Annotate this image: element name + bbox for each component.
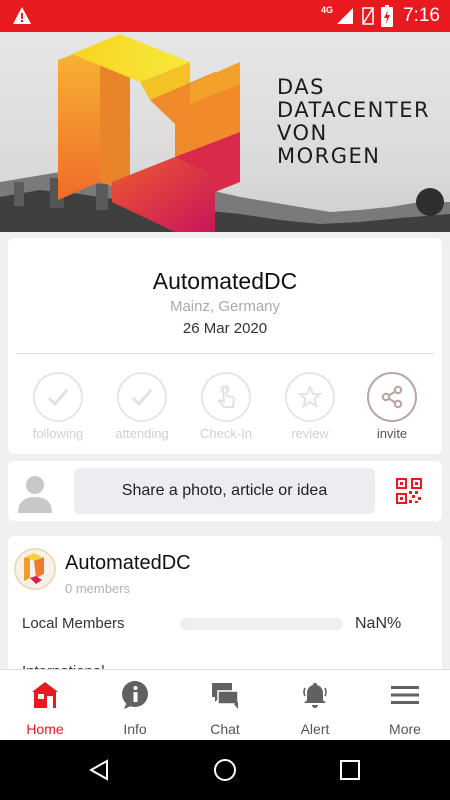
group-name: AutomatedDC: [65, 552, 191, 574]
warning-icon: [13, 7, 31, 24]
nav-home[interactable]: Home: [0, 670, 90, 741]
banner-line: DAS: [277, 75, 325, 99]
banner-line: VON: [277, 121, 328, 145]
event-banner: DAS DATACENTER VON MORGEN: [0, 32, 450, 232]
nav-alert[interactable]: Alert: [270, 670, 360, 741]
action-label: invite: [376, 426, 408, 441]
group-logo: [14, 548, 56, 590]
event-date: 26 Mar 2020: [182, 320, 268, 337]
attending-button[interactable]: attending: [100, 372, 184, 442]
invite-button[interactable]: invite: [350, 372, 434, 442]
bell-icon: [303, 683, 327, 708]
clock: 7:16: [403, 5, 440, 26]
datacenter-logo-icon: [16, 550, 54, 588]
local-members-percent: NaN%: [355, 615, 402, 632]
nav-label: More: [389, 721, 421, 737]
nav-label: Alert: [300, 721, 330, 737]
action-label: Check-In: [199, 426, 253, 441]
event-location: Mainz, Germany: [169, 298, 281, 315]
back-icon[interactable]: [88, 759, 110, 781]
tap-hand-icon: [217, 385, 236, 408]
event-actions: following attending Check-In review invi…: [8, 372, 442, 442]
battery-charging-icon: [381, 5, 394, 27]
event-card: AutomatedDC Mainz, Germany 26 Mar 2020 f…: [8, 238, 442, 454]
action-label: following: [32, 426, 84, 441]
local-members-label: Local Members: [22, 615, 125, 632]
local-members-progress: [180, 618, 343, 630]
nav-more[interactable]: More: [360, 670, 450, 741]
bottom-navigation: Home Info Chat Alert More: [0, 669, 450, 740]
chat-icon: [212, 683, 239, 709]
group-card[interactable]: AutomatedDC 0 members Local Members NaN%…: [8, 536, 442, 676]
qr-code-icon[interactable]: [396, 478, 422, 504]
nav-label: Info: [123, 721, 147, 737]
recents-icon[interactable]: [340, 760, 360, 780]
share-card: Share a photo, article or idea: [8, 461, 442, 521]
user-avatar-icon: [18, 476, 52, 513]
check-in-button[interactable]: Check-In: [184, 372, 268, 442]
check-icon: [131, 389, 153, 407]
star-icon: [298, 385, 322, 409]
banner-line: DATACENTER: [277, 98, 431, 122]
event-title: AutomatedDC: [152, 268, 298, 294]
following-button[interactable]: following: [16, 372, 100, 442]
system-navigation-bar: [0, 740, 450, 800]
nav-info[interactable]: Info: [90, 670, 180, 741]
review-button[interactable]: review: [268, 372, 352, 442]
home-circle-icon[interactable]: [213, 758, 237, 782]
signal-icon: [337, 8, 354, 24]
banner-line: MORGEN: [277, 144, 381, 168]
home-icon: [32, 682, 58, 708]
menu-icon: [391, 686, 419, 704]
action-label: review: [291, 426, 329, 441]
group-member-count: 0 members: [65, 581, 131, 596]
share-post-button[interactable]: Share a photo, article or idea: [74, 468, 375, 514]
action-label: attending: [115, 426, 169, 441]
nav-chat[interactable]: Chat: [180, 670, 270, 741]
info-icon: [122, 681, 148, 709]
no-wifi-icon: [362, 7, 374, 25]
nav-label: Home: [26, 721, 64, 737]
status-bar: 4G 7:16: [0, 0, 450, 32]
share-icon: [381, 385, 403, 409]
check-icon: [47, 389, 69, 407]
network-type: 4G: [321, 5, 334, 15]
nav-label: Chat: [210, 721, 240, 737]
divider: [16, 353, 434, 354]
banner-title: DAS DATACENTER VON MORGEN: [277, 76, 447, 168]
